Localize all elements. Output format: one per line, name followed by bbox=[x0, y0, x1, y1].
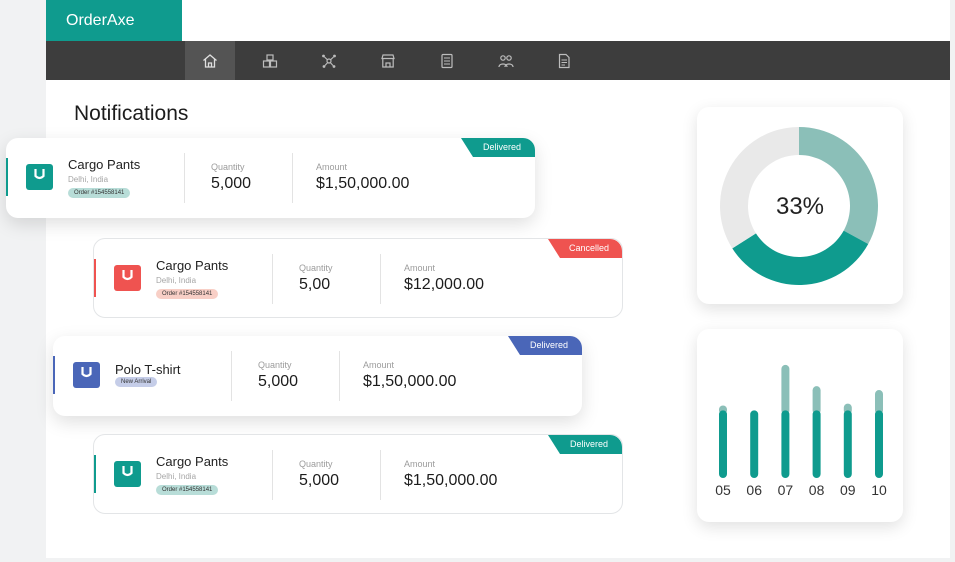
bar-10-series-0 bbox=[875, 410, 883, 478]
amount-label: Amount bbox=[404, 263, 436, 273]
amount-label: Amount bbox=[363, 360, 395, 370]
product-name: Polo T-shirt bbox=[115, 362, 181, 377]
shopping-bag-icon bbox=[73, 362, 100, 388]
amount-value: $1,50,000.00 bbox=[404, 472, 498, 489]
bar-05-series-0 bbox=[719, 410, 727, 478]
divider bbox=[380, 254, 381, 304]
product-name: Cargo Pants bbox=[68, 157, 141, 172]
bar-07-series-1 bbox=[781, 364, 790, 415]
notification-card[interactable]: Cargo Pants Delhi, India Order #15455814… bbox=[93, 434, 623, 514]
app-logo[interactable]: OrderAxe bbox=[46, 0, 182, 41]
divider bbox=[380, 450, 381, 500]
amount-value: $1,50,000.00 bbox=[316, 175, 410, 192]
shopping-bag-icon bbox=[26, 164, 53, 190]
donut-segment-2 bbox=[720, 127, 799, 249]
bar-07-series-0 bbox=[781, 410, 790, 478]
quantity-value: 5,000 bbox=[211, 175, 252, 192]
bar-label-10: 10 bbox=[871, 482, 887, 498]
card-accent bbox=[94, 259, 96, 297]
status-badge: Delivered bbox=[461, 138, 535, 157]
users-icon bbox=[498, 54, 514, 67]
order-tag: Order #154558141 bbox=[156, 485, 219, 495]
status-badge: Delivered bbox=[548, 435, 622, 454]
divider bbox=[231, 351, 232, 401]
amount-label: Amount bbox=[316, 162, 348, 172]
donut-segment-0 bbox=[799, 127, 878, 245]
amount-value: $1,50,000.00 bbox=[363, 373, 457, 390]
nav-orders[interactable] bbox=[422, 41, 472, 80]
shopping-bag-icon bbox=[114, 265, 141, 291]
divider bbox=[184, 153, 185, 203]
order-tag: Order #154558141 bbox=[156, 289, 219, 299]
divider bbox=[272, 450, 273, 500]
home-icon bbox=[203, 53, 217, 68]
store-icon bbox=[381, 53, 395, 68]
amount-label: Amount bbox=[404, 459, 436, 469]
card-accent bbox=[53, 356, 55, 394]
divider bbox=[292, 153, 293, 203]
bar-label-07: 07 bbox=[778, 482, 794, 498]
product-location: Delhi, India bbox=[68, 175, 109, 184]
quantity-label: Quantity bbox=[299, 459, 333, 469]
notification-card[interactable]: Cargo Pants Delhi, India Order #15455814… bbox=[93, 238, 623, 318]
quantity-value: 5,00 bbox=[299, 276, 331, 293]
nav-reports[interactable] bbox=[539, 41, 589, 80]
quantity-value: 5,000 bbox=[258, 373, 299, 390]
new-arrival-tag: New Arrival bbox=[115, 377, 158, 387]
status-badge: Cancelled bbox=[548, 239, 622, 258]
bar-06-series-0 bbox=[750, 410, 759, 478]
nav-network[interactable] bbox=[304, 41, 354, 80]
notification-card[interactable]: Polo T-shirt New Arrival Quantity 5,000 … bbox=[53, 336, 582, 416]
document-icon bbox=[558, 53, 570, 68]
product-location: Delhi, India bbox=[156, 472, 197, 481]
quantity-label: Quantity bbox=[211, 162, 245, 172]
nav-customers[interactable] bbox=[481, 41, 531, 80]
quantity-label: Quantity bbox=[258, 360, 292, 370]
product-name: Cargo Pants bbox=[156, 258, 229, 273]
nav-home[interactable] bbox=[185, 41, 235, 80]
donut-percentage: 33% bbox=[775, 193, 825, 220]
shopping-bag-icon bbox=[114, 461, 141, 487]
checklist-icon bbox=[441, 53, 453, 68]
notification-card[interactable]: Cargo Pants Delhi, India Order #15455814… bbox=[6, 138, 535, 218]
donut-segment-1 bbox=[732, 230, 869, 285]
boxes-icon bbox=[262, 53, 278, 68]
bar-label-06: 06 bbox=[746, 482, 762, 498]
status-badge: Delivered bbox=[508, 336, 582, 355]
nav-store[interactable] bbox=[363, 41, 413, 80]
bar-08-series-0 bbox=[812, 410, 821, 478]
donut-chart-card: 33% bbox=[697, 107, 903, 304]
product-name: Cargo Pants bbox=[156, 454, 229, 469]
top-navbar bbox=[46, 41, 950, 80]
bar-09-series-0 bbox=[843, 410, 852, 478]
bar-label-09: 09 bbox=[840, 482, 856, 498]
bar-chart-card: 05 06 07 08 09 10 bbox=[697, 329, 903, 522]
amount-value: $12,000.00 bbox=[404, 276, 485, 293]
page-title: Notifications bbox=[74, 102, 189, 125]
quantity-label: Quantity bbox=[299, 263, 333, 273]
network-icon bbox=[322, 54, 336, 68]
bar-label-05: 05 bbox=[715, 482, 731, 498]
divider bbox=[272, 254, 273, 304]
card-accent bbox=[6, 158, 8, 196]
bar-label-08: 08 bbox=[809, 482, 825, 498]
product-location: Delhi, India bbox=[156, 276, 197, 285]
bar-08-series-1 bbox=[812, 386, 821, 415]
divider bbox=[339, 351, 340, 401]
card-accent bbox=[94, 455, 96, 493]
order-tag: Order #154558141 bbox=[68, 188, 131, 198]
quantity-value: 5,000 bbox=[299, 472, 340, 489]
bar-chart: 05 06 07 08 09 10 bbox=[715, 364, 887, 498]
nav-products[interactable] bbox=[245, 41, 295, 80]
